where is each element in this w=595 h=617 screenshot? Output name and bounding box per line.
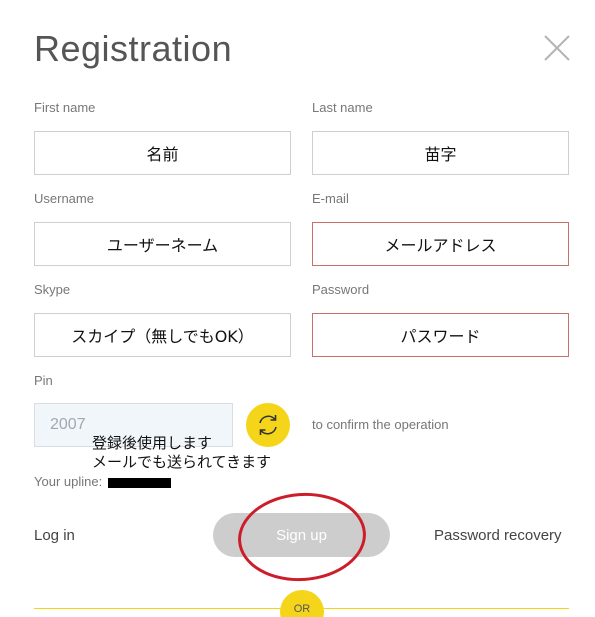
close-button[interactable] xyxy=(541,32,573,64)
first-name-field[interactable]: 名前 xyxy=(34,131,291,175)
annotation-line-1: 登録後使用します xyxy=(92,434,213,452)
last-name-field[interactable]: 苗字 xyxy=(312,131,569,175)
username-field[interactable]: ユーザーネーム xyxy=(34,222,291,266)
password-label: Password xyxy=(312,282,370,297)
first-name-label: First name xyxy=(34,100,96,115)
pin-label: Pin xyxy=(34,373,53,388)
annotation-note: 登録後使用します メールでも送られてきます xyxy=(92,434,271,472)
or-badge: OR xyxy=(280,590,324,617)
last-name-label: Last name xyxy=(312,100,373,115)
close-icon xyxy=(544,35,570,61)
annotation-line-2: メールでも送られてきます xyxy=(92,453,272,471)
redaction-bar xyxy=(108,478,171,488)
upline-label: Your upline: xyxy=(34,474,103,489)
pin-confirm-text: to confirm the operation xyxy=(312,417,449,432)
password-recovery-link[interactable]: Password recovery xyxy=(434,527,562,544)
username-label: Username xyxy=(34,191,94,206)
skype-field[interactable]: スカイプ（無しでもOK） xyxy=(34,313,291,357)
registration-dialog: Registration First name 名前 Last name 苗字 … xyxy=(0,0,595,617)
signup-button[interactable]: Sign up xyxy=(213,513,390,557)
password-field[interactable]: パスワード xyxy=(312,313,569,357)
email-label: E-mail xyxy=(312,191,349,206)
skype-label: Skype xyxy=(34,282,71,297)
login-link[interactable]: Log in xyxy=(34,527,75,544)
page-title: Registration xyxy=(34,28,233,69)
email-field[interactable]: メールアドレス xyxy=(312,222,569,266)
